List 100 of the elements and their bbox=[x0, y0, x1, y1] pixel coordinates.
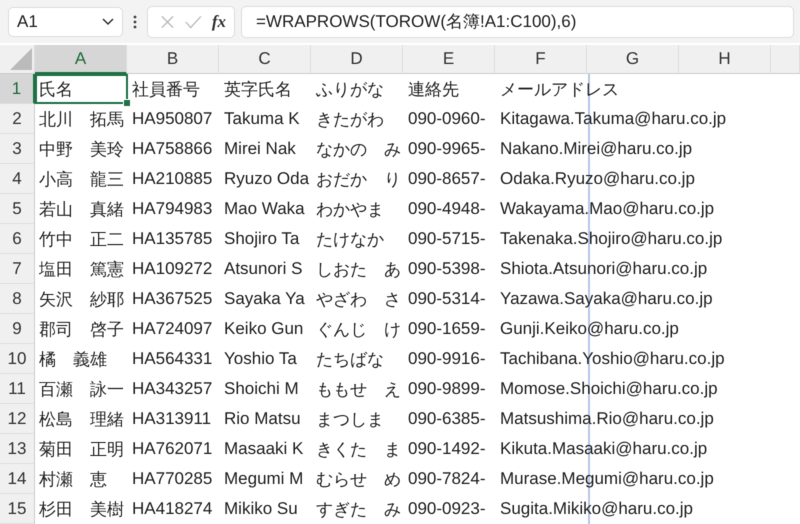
table-cell: Tachibana.Yoshio@haru.co.jp bbox=[500, 349, 725, 369]
column-header[interactable]: F bbox=[495, 45, 587, 74]
table-cell: 090-5398- bbox=[408, 259, 486, 279]
table-cell-text: おだか り bbox=[316, 168, 401, 190]
table-cell-text: 竹中 正二 bbox=[39, 228, 124, 250]
row-header[interactable]: 4 bbox=[0, 164, 35, 194]
table-cell: 090-1492- bbox=[408, 439, 486, 459]
insert-function-button[interactable]: fx bbox=[212, 12, 226, 32]
table-cell-text: たけなか bbox=[316, 228, 384, 250]
table-cell: Mao Waka bbox=[224, 199, 305, 219]
row-header[interactable]: 3 bbox=[0, 134, 35, 164]
table-cell: 090-1659- bbox=[408, 319, 486, 339]
row-header[interactable]: 1 bbox=[0, 74, 35, 104]
table-cell: HA564331 bbox=[132, 349, 212, 369]
row-header[interactable]: 9 bbox=[0, 314, 35, 344]
table-cell: HA210885 bbox=[132, 169, 212, 189]
row-header[interactable]: 6 bbox=[0, 224, 35, 254]
table-cell: Mikiko Su bbox=[224, 499, 298, 519]
column-header[interactable]: B bbox=[127, 45, 219, 74]
formula-field[interactable]: =WRAPROWS(TOROW(名簿!A1:C100),6) bbox=[241, 6, 794, 38]
row-header[interactable]: 10 bbox=[0, 344, 35, 374]
table-cell: HA758866 bbox=[132, 139, 212, 159]
table-cell: Ryuzo Oda bbox=[224, 169, 310, 189]
row-header[interactable]: 14 bbox=[0, 464, 35, 494]
table-cell: 090-5314- bbox=[408, 289, 486, 309]
table-cell-text: 橘 義雄 bbox=[39, 348, 107, 370]
table-cell-text: 若山 真緒 bbox=[39, 198, 124, 220]
row-header[interactable]: 13 bbox=[0, 434, 35, 464]
table-cell-text: 菊田 正明 bbox=[39, 438, 124, 460]
table-cell-text: 中野 美玲 bbox=[39, 138, 124, 160]
table-cell-text: 英字氏名 bbox=[224, 78, 292, 100]
table-cell: HA135785 bbox=[132, 229, 212, 249]
table-cell: Megumi M bbox=[224, 469, 304, 489]
row-header[interactable]: 12 bbox=[0, 404, 35, 434]
table-cell: Sugita.Mikiko@haru.co.jp bbox=[500, 499, 694, 519]
table-cell-text: 塩田 篤憲 bbox=[39, 258, 124, 280]
table-cell: HA794983 bbox=[132, 199, 212, 219]
column-header[interactable] bbox=[771, 45, 800, 74]
row-header[interactable]: 5 bbox=[0, 194, 35, 224]
table-cell: 090-9965- bbox=[408, 139, 486, 159]
table-cell-text: ももせ え bbox=[316, 378, 401, 400]
table-cell: 090-0923- bbox=[408, 499, 486, 519]
table-cell-text: わかやま bbox=[316, 198, 384, 220]
column-header[interactable]: C bbox=[219, 45, 311, 74]
table-cell-text: しおた あ bbox=[316, 258, 401, 280]
table-cell-text: たちばな bbox=[316, 348, 384, 370]
table-cell-text: 氏名 bbox=[39, 78, 73, 100]
table-cell-text: きたがわ bbox=[316, 108, 384, 130]
table-cell: HA109272 bbox=[132, 259, 212, 279]
row-header[interactable]: 7 bbox=[0, 254, 35, 284]
table-cell: Shiota.Atsunori@haru.co.jp bbox=[500, 259, 708, 279]
table-cell: Mirei Nak bbox=[224, 139, 296, 159]
row-header[interactable]: 15 bbox=[0, 494, 35, 524]
table-cell: HA724097 bbox=[132, 319, 212, 339]
table-cell-text: むらせ め bbox=[316, 468, 401, 490]
column-header[interactable]: G bbox=[587, 45, 679, 74]
table-cell: HA313911 bbox=[132, 409, 212, 429]
column-header[interactable]: E bbox=[403, 45, 495, 74]
table-cell: 090-9916- bbox=[408, 349, 486, 369]
name-box[interactable]: A1 bbox=[8, 6, 123, 36]
table-cell-text: すぎた み bbox=[316, 498, 401, 520]
select-all-button[interactable] bbox=[0, 45, 35, 74]
table-cell-text: 北川 拓馬 bbox=[39, 108, 124, 130]
table-cell-text: 社員番号 bbox=[132, 78, 200, 100]
table-cell: HA367525 bbox=[132, 289, 212, 309]
table-cell: HA770285 bbox=[132, 469, 212, 489]
column-header[interactable]: H bbox=[679, 45, 771, 74]
table-cell: 090-5715- bbox=[408, 229, 486, 249]
row-header[interactable]: 8 bbox=[0, 284, 35, 314]
table-cell-text: メールアドレス bbox=[500, 78, 619, 100]
check-icon[interactable] bbox=[184, 14, 202, 28]
column-header[interactable]: A bbox=[35, 45, 127, 74]
table-cell: Takuma K bbox=[224, 109, 300, 129]
table-cell-text: 郡司 啓子 bbox=[39, 318, 124, 340]
more-options-icon[interactable] bbox=[133, 14, 137, 28]
table-cell: 090-9899- bbox=[408, 379, 486, 399]
chevron-down-icon bbox=[102, 18, 114, 26]
table-cell: HA950807 bbox=[132, 109, 212, 129]
table-cell: Keiko Gun bbox=[224, 319, 304, 339]
table-cell-text: 百瀬 詠一 bbox=[39, 378, 124, 400]
table-cell-text: 松島 理緒 bbox=[39, 408, 124, 430]
table-cell: Gunji.Keiko@haru.co.jp bbox=[500, 319, 679, 339]
table-cell: Matsushima.Rio@haru.co.jp bbox=[500, 409, 714, 429]
row-header[interactable]: 2 bbox=[0, 104, 35, 134]
table-cell: Wakayama.Mao@haru.co.jp bbox=[500, 199, 714, 219]
table-cell: Nakano.Mirei@haru.co.jp bbox=[500, 139, 692, 159]
table-cell-text: 村瀬 恵 bbox=[39, 468, 107, 490]
table-cell: Murase.Megumi@haru.co.jp bbox=[500, 469, 714, 489]
column-header[interactable]: D bbox=[311, 45, 403, 74]
table-cell: 090-4948- bbox=[408, 199, 486, 219]
table-cell: HA343257 bbox=[132, 379, 212, 399]
table-cell-text: なかの み bbox=[316, 138, 401, 160]
cancel-icon[interactable] bbox=[160, 14, 175, 30]
table-cell: HA418274 bbox=[132, 499, 212, 519]
table-cell: Atsunori S bbox=[224, 259, 302, 279]
row-header[interactable]: 11 bbox=[0, 374, 35, 404]
table-cell-text: やざわ さ bbox=[316, 288, 401, 310]
table-cell: Kitagawa.Takuma@haru.co.jp bbox=[500, 109, 726, 129]
table-cell: Shojiro Ta bbox=[224, 229, 300, 249]
table-cell: Momose.Shoichi@haru.co.jp bbox=[500, 379, 718, 399]
